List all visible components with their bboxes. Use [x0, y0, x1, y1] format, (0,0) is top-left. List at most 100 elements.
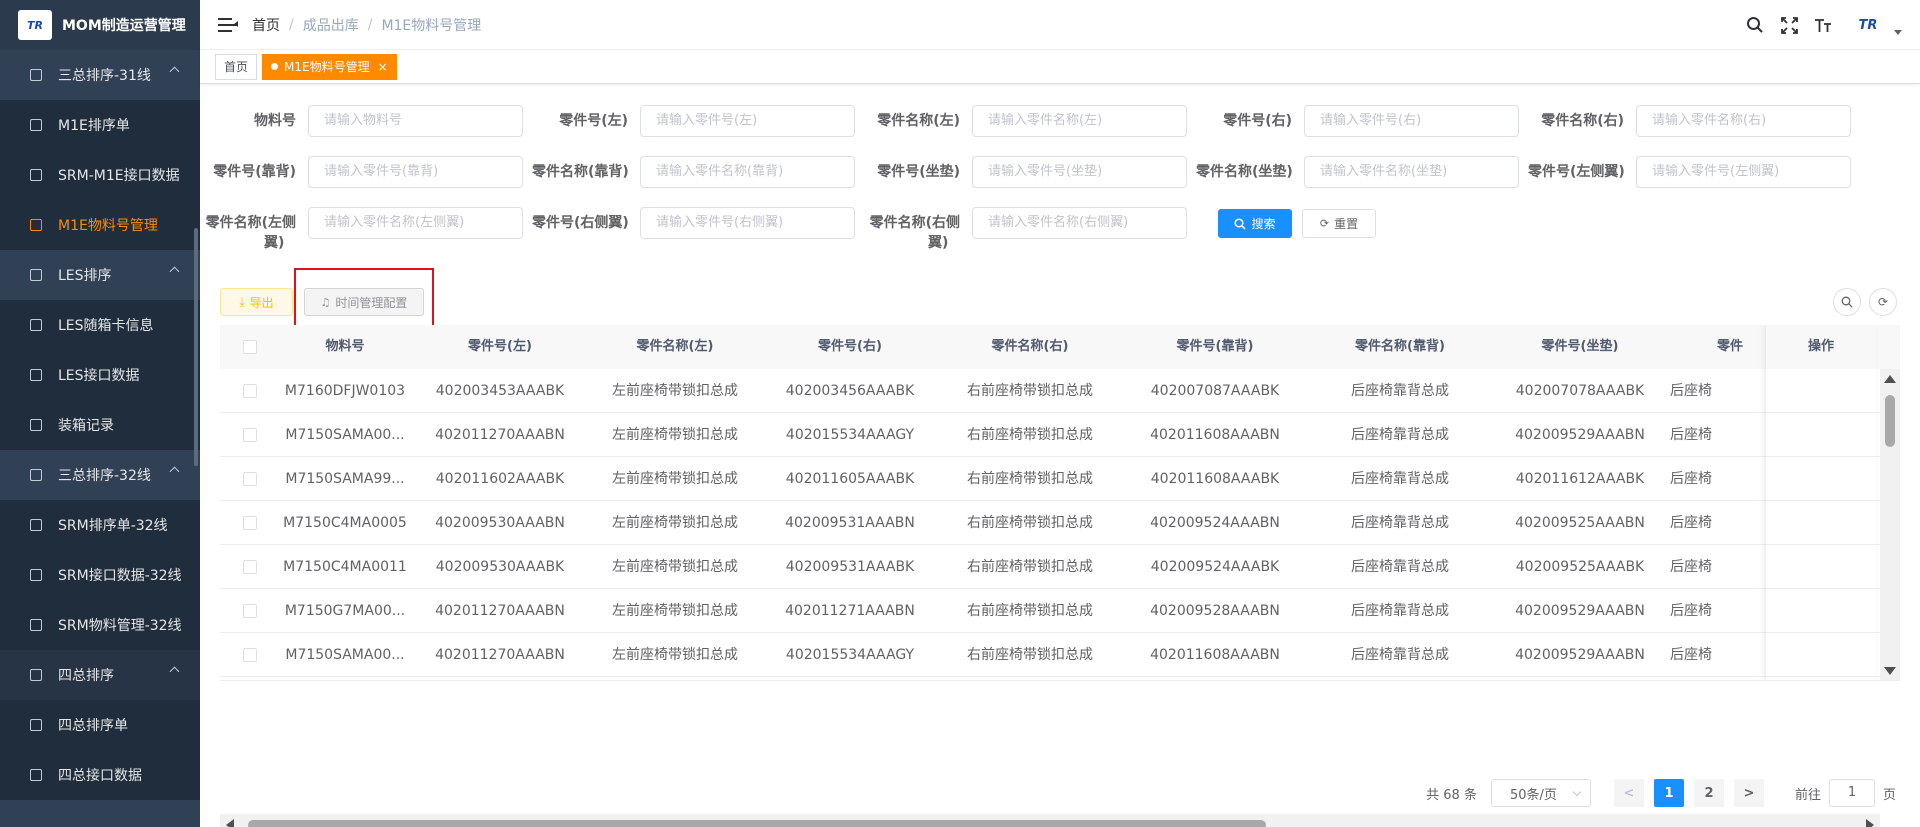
search-input[interactable]: 请输入零件名称(右侧翼) — [972, 207, 1187, 239]
sidebar-item-0[interactable]: 三总排序-31线 — [0, 50, 200, 100]
column-header[interactable]: 零件名称(靠背) — [1310, 325, 1490, 369]
column-header[interactable]: 零件名称(左) — [590, 325, 760, 369]
search-input[interactable]: 请输入零件号(左侧翼) — [1636, 156, 1851, 188]
sidebar-item-7[interactable]: 装箱记录 — [0, 400, 200, 450]
search-input[interactable]: 请输入零件号(坐垫) — [972, 156, 1187, 188]
vertical-scroll-thumb[interactable] — [1885, 395, 1895, 447]
sidebar-item-12[interactable]: 四总排序 — [0, 650, 200, 700]
tab-m1e-material[interactable]: M1E物料号管理 × — [262, 53, 397, 80]
close-icon[interactable]: × — [378, 55, 388, 79]
reset-button[interactable]: ⟳ 重置 — [1302, 209, 1376, 238]
table-row[interactable]: M7160DFJW0103 402003453AAABK 左前座椅带锁扣总成 4020… — [220, 369, 1900, 413]
table-row[interactable]: M7160DFJW0065402003455AAABK左前座椅带锁扣总成4020… — [220, 677, 1900, 680]
hamburger-icon[interactable] — [218, 17, 238, 32]
search-input[interactable]: 请输入零件名称(左侧翼) — [308, 207, 523, 239]
table-row[interactable]: M7150C4MA0011 402009530AAABK 左前座椅带锁扣总成 4020… — [220, 545, 1900, 589]
search-input[interactable]: 请输入零件号(靠背) — [308, 156, 523, 188]
column-header[interactable]: 物料号 — [280, 325, 410, 369]
column-header[interactable]: 零件名称(右) — [940, 325, 1120, 369]
fullscreen-icon[interactable] — [1779, 15, 1799, 35]
toggle-search-button[interactable] — [1833, 288, 1861, 316]
scroll-right-arrow-icon[interactable] — [1866, 819, 1874, 827]
table-row[interactable]: M7150SAMA00... 402011270AAABN 左前座椅带锁扣总成 402… — [220, 413, 1900, 457]
row-checkbox[interactable] — [243, 648, 257, 662]
sidebar-item-3[interactable]: M1E物料号管理 — [0, 200, 200, 250]
operation-cell — [1766, 457, 1876, 501]
row-checkbox[interactable] — [243, 384, 257, 398]
table-horizontal-scrollbar[interactable] — [220, 814, 1880, 827]
table-row[interactable]: M7150G7MA00... 402011270AAABN 左前座椅带锁扣总成 402… — [220, 589, 1900, 633]
search-button[interactable]: 搜索 — [1218, 209, 1292, 238]
search-input[interactable]: 请输入零件号(右) — [1304, 105, 1519, 137]
search-field-label: 零件号(左) — [532, 105, 628, 137]
search-icon[interactable] — [1745, 15, 1765, 35]
sidebar-item-9[interactable]: SRM排序单-32线 — [0, 500, 200, 550]
sidebar-item-14[interactable]: 四总接口数据 — [0, 750, 200, 800]
search-field-label: 零件号(坐垫) — [864, 156, 960, 188]
sidebar-scrollbar[interactable] — [194, 228, 198, 466]
tab-home[interactable]: 首页 — [215, 53, 258, 80]
search-field-label-text: 零件号(右) — [1223, 113, 1292, 129]
search-input[interactable]: 请输入零件号(左) — [640, 105, 855, 137]
table-row[interactable]: M7150SAMA00... 402011270AAABN 左前座椅带锁扣总成 402… — [220, 633, 1900, 677]
goto-page-input[interactable]: 1 — [1828, 779, 1875, 807]
sidebar-item-4[interactable]: LES排序 — [0, 250, 200, 300]
row-select-cell — [220, 633, 280, 677]
refresh-button[interactable]: ⟳ — [1869, 288, 1897, 316]
sidebar-item-11[interactable]: SRM物料管理-32线 — [0, 600, 200, 650]
page-2-button[interactable]: 2 — [1693, 779, 1724, 807]
sidebar-item-10[interactable]: SRM接口数据-32线 — [0, 550, 200, 600]
search-field-label: 物料号 — [200, 105, 296, 137]
row-checkbox[interactable] — [243, 516, 257, 530]
search-field-11: 零件号(右侧翼) 请输入零件号(右侧翼) — [532, 207, 862, 239]
row-select-cell — [220, 501, 280, 545]
table-cell: 402011270AAABN — [435, 647, 565, 663]
next-page-button[interactable]: > — [1733, 779, 1764, 807]
export-button[interactable]: ⤓ 导出 — [220, 288, 293, 316]
prev-page-button[interactable]: < — [1613, 779, 1644, 807]
chevron-down-icon[interactable] — [1894, 29, 1902, 35]
operation-cell — [1766, 545, 1876, 589]
font-size-icon[interactable] — [1813, 15, 1833, 35]
search-input[interactable]: 请输入零件名称(右) — [1636, 105, 1851, 137]
page-size-select[interactable]: 50条/页 — [1490, 779, 1591, 807]
column-header[interactable]: 零件号(左) — [410, 325, 590, 369]
logo-area[interactable]: TR MOM制造运营管理 — [0, 0, 200, 50]
breadcrumb-home[interactable]: 首页 — [252, 15, 280, 35]
scroll-up-arrow-icon[interactable] — [1884, 375, 1896, 383]
search-input[interactable]: 请输入零件名称(靠背) — [640, 156, 855, 188]
scroll-down-arrow-icon[interactable] — [1884, 667, 1896, 675]
avatar[interactable]: TR — [1848, 10, 1888, 40]
search-field-label-text: 零件号(靠背) — [213, 164, 296, 180]
table-row[interactable]: M7150C4MA0005 402009530AAABN 左前座椅带锁扣总成 4020… — [220, 501, 1900, 545]
sidebar-item-8[interactable]: 三总排序-32线 — [0, 450, 200, 500]
row-checkbox[interactable] — [243, 604, 257, 618]
sidebar-item-5[interactable]: LES随箱卡信息 — [0, 300, 200, 350]
column-header[interactable]: 零件号(靠背) — [1120, 325, 1310, 369]
breadcrumb-outbound[interactable]: 成品出库 — [303, 15, 359, 35]
search-input[interactable]: 请输入物料号 — [308, 105, 523, 137]
search-field-label: 零件名称(左侧 翼) — [200, 207, 296, 251]
table-vertical-scrollbar[interactable] — [1880, 369, 1900, 680]
search-input[interactable]: 请输入零件号(右侧翼) — [640, 207, 855, 239]
row-checkbox[interactable] — [243, 472, 257, 486]
row-checkbox[interactable] — [243, 428, 257, 442]
column-header[interactable]: 零件号(坐垫) — [1490, 325, 1670, 369]
table-cell: 402009531AAABN — [785, 515, 915, 531]
sidebar-item-6[interactable]: LES接口数据 — [0, 350, 200, 400]
doc-icon — [30, 119, 42, 131]
select-all-checkbox[interactable] — [243, 339, 257, 354]
search-input[interactable]: 请输入零件名称(坐垫) — [1304, 156, 1519, 188]
doc-icon — [30, 219, 42, 231]
row-checkbox[interactable] — [243, 560, 257, 574]
table-row[interactable]: M7150SAMA99... 402011602AAABK 左前座椅带锁扣总成 402… — [220, 457, 1900, 501]
scroll-left-arrow-icon[interactable] — [226, 819, 234, 827]
operation-cell — [1766, 589, 1876, 633]
column-header[interactable]: 零件号(右) — [760, 325, 940, 369]
horizontal-scroll-thumb[interactable] — [248, 820, 1266, 827]
search-input[interactable]: 请输入零件名称(左) — [972, 105, 1187, 137]
sidebar-item-13[interactable]: 四总排序单 — [0, 700, 200, 750]
page-1-button[interactable]: 1 — [1653, 779, 1684, 807]
sidebar-item-2[interactable]: SRM-M1E接口数据 — [0, 150, 200, 200]
sidebar-item-1[interactable]: M1E排序单 — [0, 100, 200, 150]
